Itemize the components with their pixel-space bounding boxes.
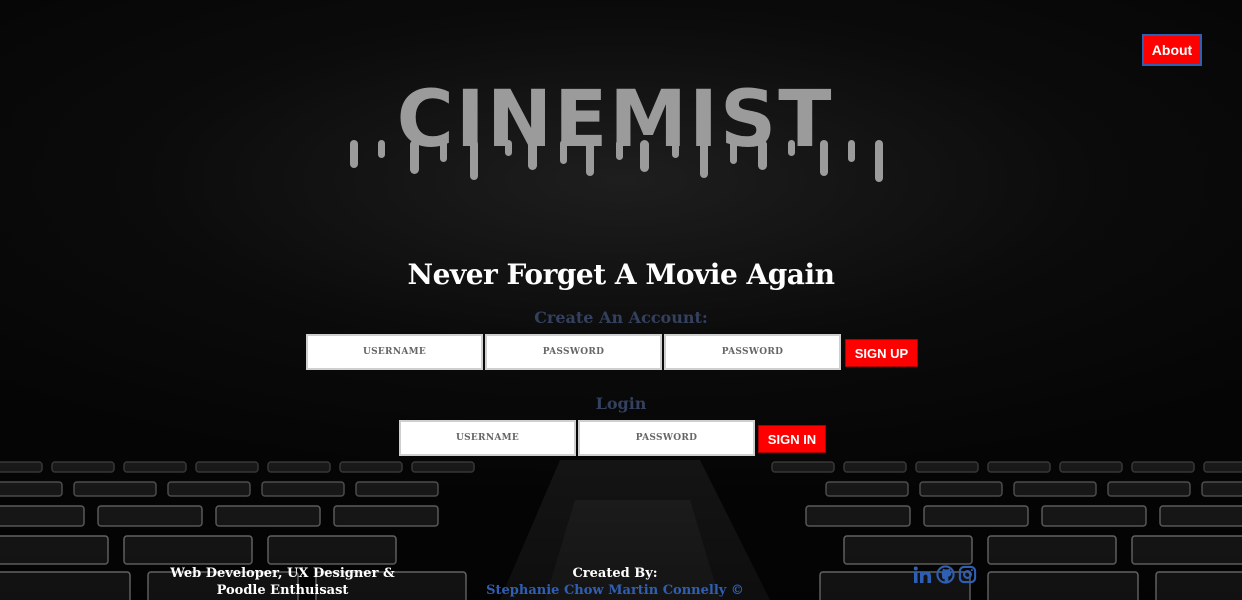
github-icon[interactable] bbox=[936, 565, 955, 584]
login-username-input[interactable] bbox=[401, 422, 574, 454]
sign-up-button[interactable]: SIGN UP bbox=[845, 339, 918, 367]
social-links bbox=[913, 565, 977, 584]
footer-credits: Created By: Stephanie Chow Martin Connel… bbox=[470, 565, 760, 599]
svg-text:CINEMIST: CINEMIST bbox=[397, 78, 834, 165]
sign-in-button[interactable]: SIGN IN bbox=[758, 425, 826, 453]
signup-password-field[interactable] bbox=[485, 334, 662, 370]
login-password-field[interactable] bbox=[578, 420, 755, 456]
login-title: Login bbox=[595, 394, 647, 413]
instagram-icon[interactable] bbox=[958, 565, 977, 584]
footer-tagline: Web Developer, UX Designer & Poodle Enth… bbox=[160, 565, 405, 599]
page-headline: Never Forget A Movie Again bbox=[407, 258, 835, 291]
signup-confirm-password-field[interactable] bbox=[664, 334, 841, 370]
create-account-title: Create An Account: bbox=[534, 308, 708, 327]
login-username-field[interactable] bbox=[399, 420, 576, 456]
linkedin-icon[interactable] bbox=[913, 566, 933, 584]
footer-tagline-line2: Poodle Enthuisast bbox=[216, 583, 349, 598]
footer-created-by: Created By: bbox=[572, 566, 658, 581]
signup-confirm-password-input[interactable] bbox=[666, 336, 839, 368]
signup-username-input[interactable] bbox=[308, 336, 481, 368]
footer-author-link[interactable]: Stephanie Chow Martin Connelly © bbox=[470, 582, 760, 599]
cinemist-logo: CINEMIST bbox=[350, 78, 883, 182]
about-button[interactable]: About bbox=[1142, 34, 1202, 66]
signup-password-input[interactable] bbox=[487, 336, 660, 368]
login-password-input[interactable] bbox=[580, 422, 753, 454]
signup-username-field[interactable] bbox=[306, 334, 483, 370]
footer-tagline-line1: Web Developer, UX Designer & bbox=[170, 566, 395, 581]
